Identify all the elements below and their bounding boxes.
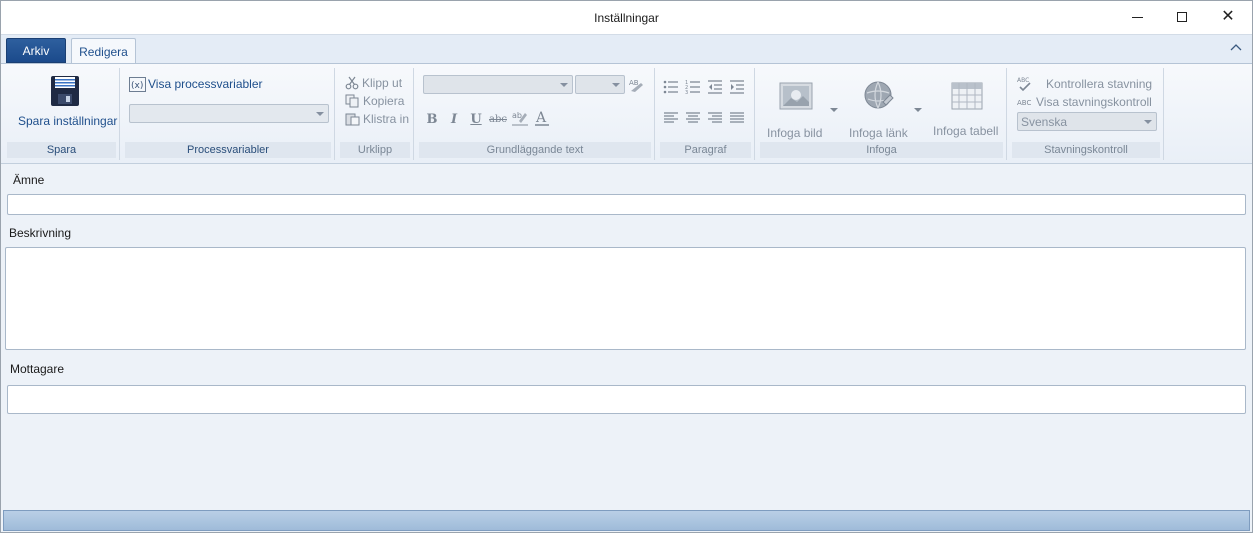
insert-link-button[interactable]: Infoga länk [845,74,915,140]
insert-image-dropdown-icon[interactable] [830,108,838,112]
group-grundlaggande-text: AB B I U abc ab A Grundläggande text [416,68,655,160]
maximize-button[interactable] [1159,1,1205,33]
description-label: Beskrivning [9,226,72,240]
svg-text:3: 3 [685,90,688,94]
group-label-infoga: Infoga [760,142,1003,158]
close-button[interactable]: ✕ [1205,1,1251,33]
recipients-input[interactable] [7,385,1246,414]
tab-redigera[interactable]: Redigera [71,38,136,65]
highlight-icon[interactable]: ab [511,109,529,127]
svg-text:(x): (x) [131,81,143,91]
group-spara: Spara inställningar Spara [4,68,120,160]
svg-text:AB: AB [629,79,639,87]
subject-label: Ämne [13,173,45,187]
title-bar: Inställningar ✕ [1,1,1252,34]
strikethrough-button[interactable]: abc [488,110,508,128]
collapse-ribbon-icon[interactable] [1229,43,1243,55]
chevron-down-icon [612,83,620,87]
maximize-icon [1177,12,1187,22]
svg-text:ABC: ABC [1017,77,1029,84]
insert-image-label: Infoga bild [767,126,823,140]
numbered-list-icon[interactable]: 123 [685,80,701,94]
paste-label: Klistra in [363,112,410,126]
align-left-icon[interactable] [663,112,679,124]
indent-icon[interactable] [729,80,745,94]
show-spellcheck-button[interactable]: ABC Visa stavningskontroll [1017,95,1152,109]
close-icon: ✕ [1221,8,1235,25]
bullet-list-icon[interactable] [663,80,679,94]
insert-image-button[interactable]: Infoga bild [763,74,839,140]
chevron-down-icon [316,112,324,116]
cut-label: Klipp ut [362,76,403,90]
group-label-grundlaggande-text: Grundläggande text [419,142,651,158]
copy-icon [345,94,360,108]
chevron-down-icon [560,83,568,87]
variable-icon: (x) [129,76,146,92]
show-process-variables-toggle[interactable]: (x) Visa processvariabler [129,76,263,92]
window-title: Inställningar [594,11,659,25]
recipients-label: Mottagare [10,362,65,376]
floppy-disk-icon [50,75,80,107]
paste-button[interactable]: Klistra in [345,112,409,126]
minimize-icon [1131,16,1143,18]
settings-window: Inställningar ✕ Arkiv Redigera Spara ins… [0,0,1253,533]
show-process-variables-label: Visa processvariabler [148,77,263,91]
globe-link-icon [863,80,895,112]
group-label-spara: Spara [7,142,116,158]
group-label-stavningskontroll: Stavningskontroll [1012,142,1160,158]
show-spellcheck-label: Visa stavningskontroll [1036,95,1152,109]
outdent-icon[interactable] [707,80,723,94]
group-infoga: Infoga bild Infoga länk Infoga tabell In… [757,68,1007,160]
align-center-icon[interactable] [685,112,701,124]
group-processvariabler: (x) Visa processvariabler Processvariabl… [122,68,335,160]
chevron-down-icon [1144,120,1152,124]
copy-button[interactable]: Kopiera [345,94,404,108]
spellcheck-abc-icon: ABC [1017,97,1033,107]
table-icon [951,82,983,110]
bold-button[interactable]: B [422,110,442,128]
align-right-icon[interactable] [707,112,723,124]
insert-table-button[interactable]: Infoga tabell [929,74,1003,138]
underline-button[interactable]: U [466,110,486,128]
italic-button[interactable]: I [444,110,464,128]
insert-table-label: Infoga tabell [933,124,999,138]
font-size-combo[interactable] [575,75,625,94]
scissors-icon [345,76,359,90]
insert-link-label: Infoga länk [849,126,908,140]
font-color-icon[interactable]: A [534,109,550,127]
description-textarea[interactable] [5,247,1246,350]
group-paragraf: 123 Paragraf [657,68,755,160]
status-bar [3,510,1250,531]
copy-label: Kopiera [363,94,405,108]
paste-icon [345,112,360,126]
ribbon-tabs: Arkiv Redigera [1,34,1252,65]
tab-arkiv[interactable]: Arkiv [6,38,66,63]
group-label-paragraf: Paragraf [660,142,751,158]
save-settings-label: Spara inställningar [18,114,118,128]
spellcheck-language-value: Svenska [1021,115,1068,129]
check-spelling-label: Kontrollera stavning [1046,77,1153,91]
spellcheck-icon: ABC [1017,76,1033,92]
process-variables-combo[interactable] [129,104,329,123]
group-label-urklipp: Urklipp [340,142,410,158]
group-urklipp: Klipp ut Kopiera Klistra in Urklipp [337,68,414,160]
insert-link-dropdown-icon[interactable] [914,108,922,112]
ribbon: Spara inställningar Spara (x) Visa proce… [1,63,1252,164]
spellcheck-language-combo[interactable]: Svenska [1017,112,1157,131]
svg-text:ab: ab [512,111,522,120]
image-icon [779,82,813,110]
cut-button[interactable]: Klipp ut [345,76,402,90]
subject-input[interactable] [7,194,1246,215]
group-stavningskontroll: ABC Kontrollera stavning ABC Visa stavni… [1009,68,1164,160]
svg-text:ABC: ABC [1017,99,1031,107]
clear-format-icon[interactable]: AB [628,77,644,93]
save-settings-button[interactable]: Spara inställningar [4,68,118,138]
check-spelling-button[interactable]: ABC Kontrollera stavning [1017,76,1152,92]
justify-icon[interactable] [729,112,745,124]
font-family-combo[interactable] [423,75,573,94]
group-label-processvariabler: Processvariabler [125,142,331,158]
svg-text:A: A [535,110,547,126]
minimize-button[interactable] [1114,1,1160,33]
